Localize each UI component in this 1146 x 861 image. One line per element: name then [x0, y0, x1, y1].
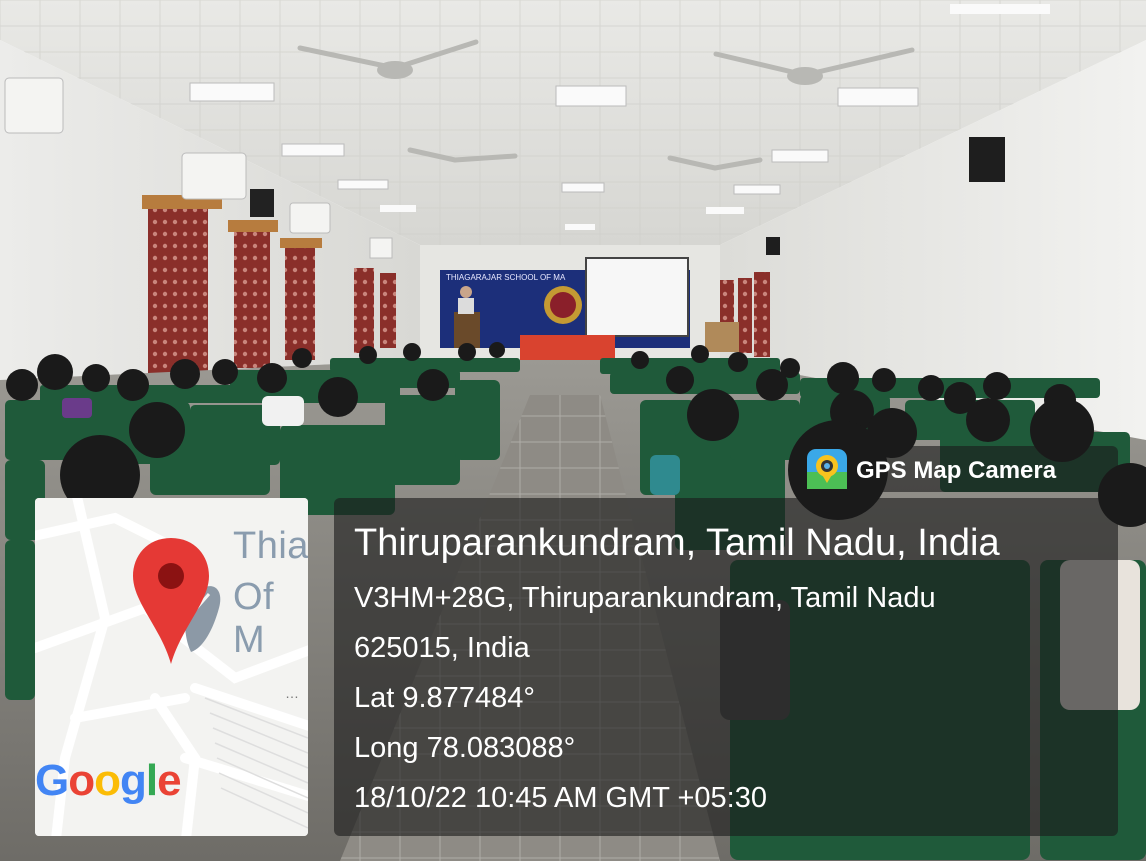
gps-map-camera-icon: [807, 449, 847, 489]
longitude: Long 78.083088°: [354, 732, 576, 764]
map-place-label-2: Of M: [233, 576, 275, 661]
map-thumbnail: … Thia Of M Google: [35, 498, 308, 836]
map-place-label-1: Thia: [233, 525, 308, 567]
google-logo: Google: [35, 756, 182, 805]
address-line-1: V3HM+28G, Thiruparankundram, Tamil Nadu: [354, 582, 936, 614]
banner-text: THIAGARAJAR SCHOOL OF MA: [446, 273, 566, 282]
address-line-2: 625015, India: [354, 632, 530, 664]
location-title: Thiruparankundram, Tamil Nadu, India: [354, 522, 1000, 564]
timestamp: 18/10/22 10:45 AM GMT +05:30: [354, 782, 767, 814]
latitude: Lat 9.877484°: [354, 682, 535, 714]
photo-stage: THIAGARAJAR SCHOOL OF MA GPS Map Camera …: [0, 0, 1146, 861]
location-info-panel: Thiruparankundram, Tamil Nadu, India V3H…: [334, 498, 1118, 836]
gps-brand-bar: GPS Map Camera: [802, 446, 1118, 492]
brand-label: GPS Map Camera: [856, 457, 1057, 484]
svg-text:…: …: [285, 685, 299, 701]
